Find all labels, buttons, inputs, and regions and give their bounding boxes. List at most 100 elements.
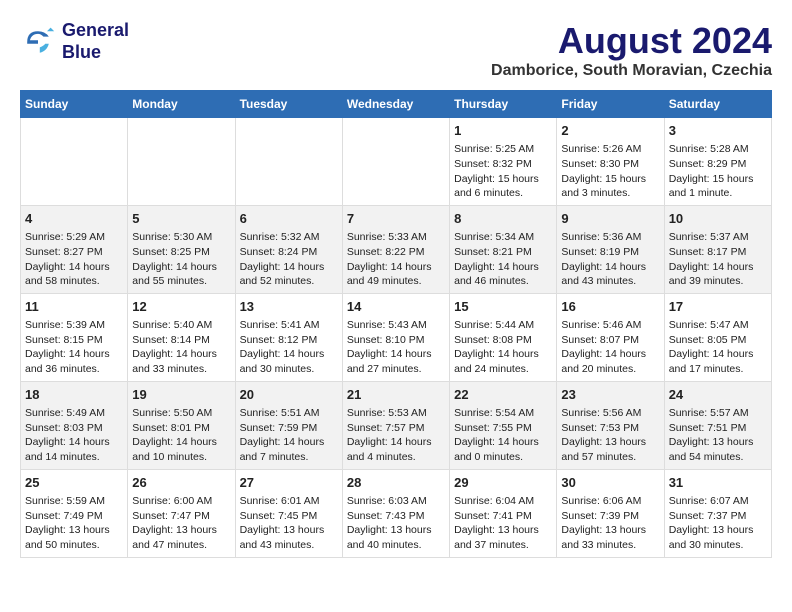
day-cell: 25 Sunrise: 5:59 AM Sunset: 7:49 PM Dayli… bbox=[21, 469, 128, 557]
logo: General Blue bbox=[20, 20, 129, 63]
day-info: Sunrise: 5:37 AM Sunset: 8:17 PM Dayligh… bbox=[669, 230, 767, 289]
day-info: Sunrise: 5:44 AM Sunset: 8:08 PM Dayligh… bbox=[454, 318, 552, 377]
day-number: 2 bbox=[561, 122, 659, 140]
day-cell: 26 Sunrise: 6:00 AM Sunset: 7:47 PM Dayli… bbox=[128, 469, 235, 557]
day-number: 13 bbox=[240, 298, 338, 316]
day-number: 18 bbox=[25, 386, 123, 404]
day-number: 31 bbox=[669, 474, 767, 492]
day-cell: 19 Sunrise: 5:50 AM Sunset: 8:01 PM Dayli… bbox=[128, 381, 235, 469]
day-number: 24 bbox=[669, 386, 767, 404]
day-info: Sunrise: 5:34 AM Sunset: 8:21 PM Dayligh… bbox=[454, 230, 552, 289]
logo-line1: General bbox=[62, 20, 129, 42]
day-cell: 2 Sunrise: 5:26 AM Sunset: 8:30 PM Daylig… bbox=[557, 118, 664, 206]
main-title: August 2024 bbox=[491, 20, 772, 62]
day-info: Sunrise: 5:54 AM Sunset: 7:55 PM Dayligh… bbox=[454, 406, 552, 465]
calendar-table: SundayMondayTuesdayWednesdayThursdayFrid… bbox=[20, 90, 772, 558]
day-cell: 9Sunrise: 5:36 AM Sunset: 8:19 PM Daylig… bbox=[557, 205, 664, 293]
day-cell: 22 Sunrise: 5:54 AM Sunset: 7:55 PM Dayli… bbox=[450, 381, 557, 469]
day-number: 8 bbox=[454, 210, 552, 228]
day-cell: 23 Sunrise: 5:56 AM Sunset: 7:53 PM Dayli… bbox=[557, 381, 664, 469]
day-info: Sunrise: 5:25 AM Sunset: 8:32 PM Dayligh… bbox=[454, 142, 552, 201]
day-number: 10 bbox=[669, 210, 767, 228]
day-number: 21 bbox=[347, 386, 445, 404]
day-info: Sunrise: 5:50 AM Sunset: 8:01 PM Dayligh… bbox=[132, 406, 230, 465]
day-info: Sunrise: 5:49 AM Sunset: 8:03 PM Dayligh… bbox=[25, 406, 123, 465]
day-cell: 6 Sunrise: 5:32 AM Sunset: 8:24 PM Daylig… bbox=[235, 205, 342, 293]
day-number: 7 bbox=[347, 210, 445, 228]
day-info: Sunrise: 5:43 AM Sunset: 8:10 PM Dayligh… bbox=[347, 318, 445, 377]
day-number: 20 bbox=[240, 386, 338, 404]
day-cell: 7 Sunrise: 5:33 AM Sunset: 8:22 PM Daylig… bbox=[342, 205, 449, 293]
week-row-3: 11 Sunrise: 5:39 AM Sunset: 8:15 PM Dayli… bbox=[21, 293, 772, 381]
day-cell: 29Sunrise: 6:04 AM Sunset: 7:41 PM Dayli… bbox=[450, 469, 557, 557]
day-number: 11 bbox=[25, 298, 123, 316]
day-number: 29 bbox=[454, 474, 552, 492]
day-info: Sunrise: 5:33 AM Sunset: 8:22 PM Dayligh… bbox=[347, 230, 445, 289]
day-info: Sunrise: 6:07 AM Sunset: 7:37 PM Dayligh… bbox=[669, 494, 767, 553]
day-cell: 10 Sunrise: 5:37 AM Sunset: 8:17 PM Dayli… bbox=[664, 205, 771, 293]
day-cell: 14 Sunrise: 5:43 AM Sunset: 8:10 PM Dayli… bbox=[342, 293, 449, 381]
day-cell bbox=[21, 118, 128, 206]
day-cell: 24 Sunrise: 5:57 AM Sunset: 7:51 PM Dayli… bbox=[664, 381, 771, 469]
day-info: Sunrise: 6:00 AM Sunset: 7:47 PM Dayligh… bbox=[132, 494, 230, 553]
day-info: Sunrise: 5:59 AM Sunset: 7:49 PM Dayligh… bbox=[25, 494, 123, 553]
day-info: Sunrise: 6:06 AM Sunset: 7:39 PM Dayligh… bbox=[561, 494, 659, 553]
day-info: Sunrise: 6:01 AM Sunset: 7:45 PM Dayligh… bbox=[240, 494, 338, 553]
header-tuesday: Tuesday bbox=[235, 91, 342, 118]
day-info: Sunrise: 5:29 AM Sunset: 8:27 PM Dayligh… bbox=[25, 230, 123, 289]
day-info: Sunrise: 5:39 AM Sunset: 8:15 PM Dayligh… bbox=[25, 318, 123, 377]
day-info: Sunrise: 5:32 AM Sunset: 8:24 PM Dayligh… bbox=[240, 230, 338, 289]
day-number: 5 bbox=[132, 210, 230, 228]
day-number: 22 bbox=[454, 386, 552, 404]
header-thursday: Thursday bbox=[450, 91, 557, 118]
day-info: Sunrise: 5:26 AM Sunset: 8:30 PM Dayligh… bbox=[561, 142, 659, 201]
day-cell: 28 Sunrise: 6:03 AM Sunset: 7:43 PM Dayli… bbox=[342, 469, 449, 557]
day-cell: 20Sunrise: 5:51 AM Sunset: 7:59 PM Dayli… bbox=[235, 381, 342, 469]
day-cell: 1Sunrise: 5:25 AM Sunset: 8:32 PM Daylig… bbox=[450, 118, 557, 206]
page-header: General Blue August 2024 Damborice, Sout… bbox=[20, 20, 772, 80]
week-row-5: 25 Sunrise: 5:59 AM Sunset: 7:49 PM Dayli… bbox=[21, 469, 772, 557]
subtitle: Damborice, South Moravian, Czechia bbox=[491, 62, 772, 80]
day-number: 28 bbox=[347, 474, 445, 492]
week-row-1: 1Sunrise: 5:25 AM Sunset: 8:32 PM Daylig… bbox=[21, 118, 772, 206]
day-info: Sunrise: 5:41 AM Sunset: 8:12 PM Dayligh… bbox=[240, 318, 338, 377]
day-cell: 11 Sunrise: 5:39 AM Sunset: 8:15 PM Dayli… bbox=[21, 293, 128, 381]
day-info: Sunrise: 6:03 AM Sunset: 7:43 PM Dayligh… bbox=[347, 494, 445, 553]
day-number: 3 bbox=[669, 122, 767, 140]
day-cell: 13 Sunrise: 5:41 AM Sunset: 8:12 PM Dayli… bbox=[235, 293, 342, 381]
header-friday: Friday bbox=[557, 91, 664, 118]
day-number: 27 bbox=[240, 474, 338, 492]
day-cell: 5Sunrise: 5:30 AM Sunset: 8:25 PM Daylig… bbox=[128, 205, 235, 293]
day-number: 15 bbox=[454, 298, 552, 316]
title-block: August 2024 Damborice, South Moravian, C… bbox=[491, 20, 772, 80]
day-number: 23 bbox=[561, 386, 659, 404]
day-cell bbox=[235, 118, 342, 206]
day-cell: 8 Sunrise: 5:34 AM Sunset: 8:21 PM Daylig… bbox=[450, 205, 557, 293]
day-cell bbox=[128, 118, 235, 206]
logo-text: General Blue bbox=[62, 20, 129, 63]
header-sunday: Sunday bbox=[21, 91, 128, 118]
day-cell: 12Sunrise: 5:40 AM Sunset: 8:14 PM Dayli… bbox=[128, 293, 235, 381]
day-cell: 31 Sunrise: 6:07 AM Sunset: 7:37 PM Dayli… bbox=[664, 469, 771, 557]
calendar-header-row: SundayMondayTuesdayWednesdayThursdayFrid… bbox=[21, 91, 772, 118]
day-info: Sunrise: 5:56 AM Sunset: 7:53 PM Dayligh… bbox=[561, 406, 659, 465]
day-info: Sunrise: 5:36 AM Sunset: 8:19 PM Dayligh… bbox=[561, 230, 659, 289]
day-number: 16 bbox=[561, 298, 659, 316]
day-number: 6 bbox=[240, 210, 338, 228]
day-cell: 30 Sunrise: 6:06 AM Sunset: 7:39 PM Dayli… bbox=[557, 469, 664, 557]
day-number: 25 bbox=[25, 474, 123, 492]
header-wednesday: Wednesday bbox=[342, 91, 449, 118]
day-cell: 21Sunrise: 5:53 AM Sunset: 7:57 PM Dayli… bbox=[342, 381, 449, 469]
day-number: 26 bbox=[132, 474, 230, 492]
day-info: Sunrise: 5:28 AM Sunset: 8:29 PM Dayligh… bbox=[669, 142, 767, 201]
week-row-2: 4Sunrise: 5:29 AM Sunset: 8:27 PM Daylig… bbox=[21, 205, 772, 293]
logo-icon bbox=[20, 24, 56, 60]
day-number: 19 bbox=[132, 386, 230, 404]
day-cell: 18 Sunrise: 5:49 AM Sunset: 8:03 PM Dayli… bbox=[21, 381, 128, 469]
day-number: 30 bbox=[561, 474, 659, 492]
day-number: 14 bbox=[347, 298, 445, 316]
day-info: Sunrise: 5:47 AM Sunset: 8:05 PM Dayligh… bbox=[669, 318, 767, 377]
day-info: Sunrise: 5:57 AM Sunset: 7:51 PM Dayligh… bbox=[669, 406, 767, 465]
day-cell: 16Sunrise: 5:46 AM Sunset: 8:07 PM Dayli… bbox=[557, 293, 664, 381]
logo-line2: Blue bbox=[62, 42, 129, 64]
